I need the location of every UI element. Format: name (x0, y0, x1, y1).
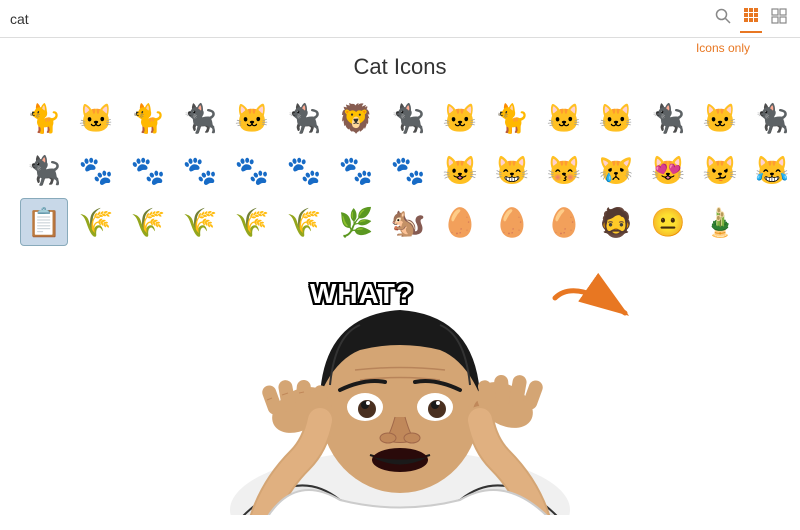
list-item[interactable]: 🐈‍⬛ (176, 94, 224, 142)
icon-grid-row3: 📋 🌾 🌾 🌾 🌾 🌾 🌿 🐿️ 🥚 🥚 🥚 🧔 😐 🎍 (20, 198, 780, 246)
list-item[interactable]: 🥚 (436, 198, 484, 246)
list-item[interactable]: 😐 (644, 198, 692, 246)
header-icons (712, 4, 790, 33)
list-item[interactable]: 😿 (592, 146, 640, 194)
what-text: WHAT? (310, 278, 414, 310)
grid-normal-button[interactable] (768, 5, 790, 32)
list-item[interactable]: 🌾 (176, 198, 224, 246)
list-item[interactable]: 🐾 (332, 146, 380, 194)
list-item[interactable]: 🌾 (228, 198, 276, 246)
list-item[interactable]: 🐾 (384, 146, 432, 194)
list-item[interactable]: 🐾 (124, 146, 172, 194)
list-item[interactable]: 🐱 (436, 94, 484, 142)
list-item[interactable]: 😹 (748, 146, 796, 194)
list-item[interactable]: 😻 (644, 146, 692, 194)
list-item[interactable]: 🐱 (72, 94, 120, 142)
search-button[interactable] (712, 5, 734, 32)
list-item[interactable]: 🥚 (488, 198, 536, 246)
list-item[interactable]: 📋 (20, 198, 68, 246)
main-content: Cat Icons 🐈 🐱 🐈 🐈‍⬛ 🐱 🐈‍⬛ 🦁 🐈‍⬛ 🐱 🐈 🐱 🐱 … (0, 38, 800, 256)
grid-dense-button[interactable] (740, 4, 762, 33)
list-item[interactable]: 😺 (436, 146, 484, 194)
icon-grid-row2: 🐈‍⬛ 🐾 🐾 🐾 🐾 🐾 🐾 🐾 😺 😸 😽 😿 😻 😼 😹 (20, 146, 780, 194)
list-item[interactable] (748, 198, 796, 246)
list-item[interactable]: 🐱 (696, 94, 744, 142)
list-item[interactable]: 🐈‍⬛ (644, 94, 692, 142)
list-item[interactable]: 🐾 (228, 146, 276, 194)
list-item[interactable]: 🌾 (124, 198, 172, 246)
list-item[interactable]: 🐈‍⬛ (748, 94, 796, 142)
list-item[interactable]: 🧔 (592, 198, 640, 246)
list-item[interactable]: 🐾 (280, 146, 328, 194)
list-item[interactable]: 😸 (488, 146, 536, 194)
list-item[interactable]: 🌾 (72, 198, 120, 246)
list-item[interactable]: 🎍 (696, 198, 744, 246)
list-item[interactable]: 🐈 (488, 94, 536, 142)
list-item[interactable]: 🐱 (228, 94, 276, 142)
list-item[interactable]: 🐿️ (384, 198, 432, 246)
list-item[interactable]: 🌿 (332, 198, 380, 246)
list-item[interactable]: 🐈‍⬛ (384, 94, 432, 142)
list-item[interactable]: 🦁 (332, 94, 380, 142)
list-item[interactable]: 🐈‍⬛ (280, 94, 328, 142)
list-item[interactable]: 🐈‍⬛ (20, 146, 68, 194)
list-item[interactable]: 😽 (540, 146, 588, 194)
list-item[interactable]: 🐈 (20, 94, 68, 142)
list-item[interactable]: 🌾 (280, 198, 328, 246)
list-item[interactable]: 🐾 (72, 146, 120, 194)
page-title: Cat Icons (20, 54, 780, 80)
list-item[interactable]: 🐱 (592, 94, 640, 142)
arrow-annotation (545, 268, 645, 333)
icon-grid-row1: 🐈 🐱 🐈 🐈‍⬛ 🐱 🐈‍⬛ 🦁 🐈‍⬛ 🐱 🐈 🐱 🐱 🐈‍⬛ 🐱 🐈‍⬛ (20, 94, 780, 142)
search-input[interactable] (10, 11, 712, 27)
list-item[interactable]: 😼 (696, 146, 744, 194)
list-item[interactable]: 🐈 (124, 94, 172, 142)
header (0, 0, 800, 38)
list-item[interactable]: 🥚 (540, 198, 588, 246)
list-item[interactable]: 🐱 (540, 94, 588, 142)
list-item[interactable]: 🐾 (176, 146, 224, 194)
meme-image (160, 260, 640, 530)
